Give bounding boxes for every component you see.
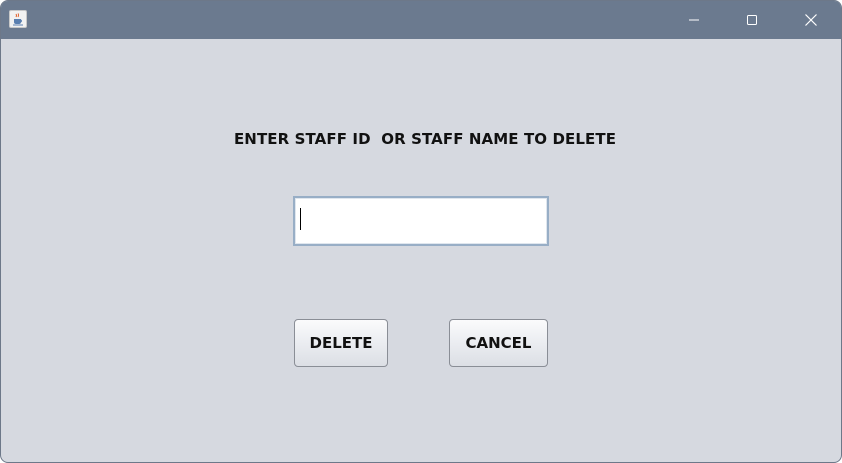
minimize-icon [689,19,699,21]
close-icon [805,14,817,26]
form-panel: ENTER STAFF ID OR STAFF NAME TO DELETE D… [1,39,841,462]
delete-staff-window: ENTER STAFF ID OR STAFF NAME TO DELETE D… [0,0,842,463]
cancel-button[interactable]: CANCEL [449,319,548,367]
maximize-icon [747,15,757,25]
minimize-button[interactable] [665,1,723,39]
delete-button[interactable]: DELETE [294,319,388,367]
title-bar[interactable] [1,1,841,39]
delete-prompt-label: ENTER STAFF ID OR STAFF NAME TO DELETE [233,130,617,148]
java-cup-icon[interactable] [9,10,27,28]
text-caret [300,208,301,230]
maximize-button[interactable] [723,1,781,39]
staff-id-or-name-input[interactable] [293,196,549,246]
close-button[interactable] [782,1,840,39]
